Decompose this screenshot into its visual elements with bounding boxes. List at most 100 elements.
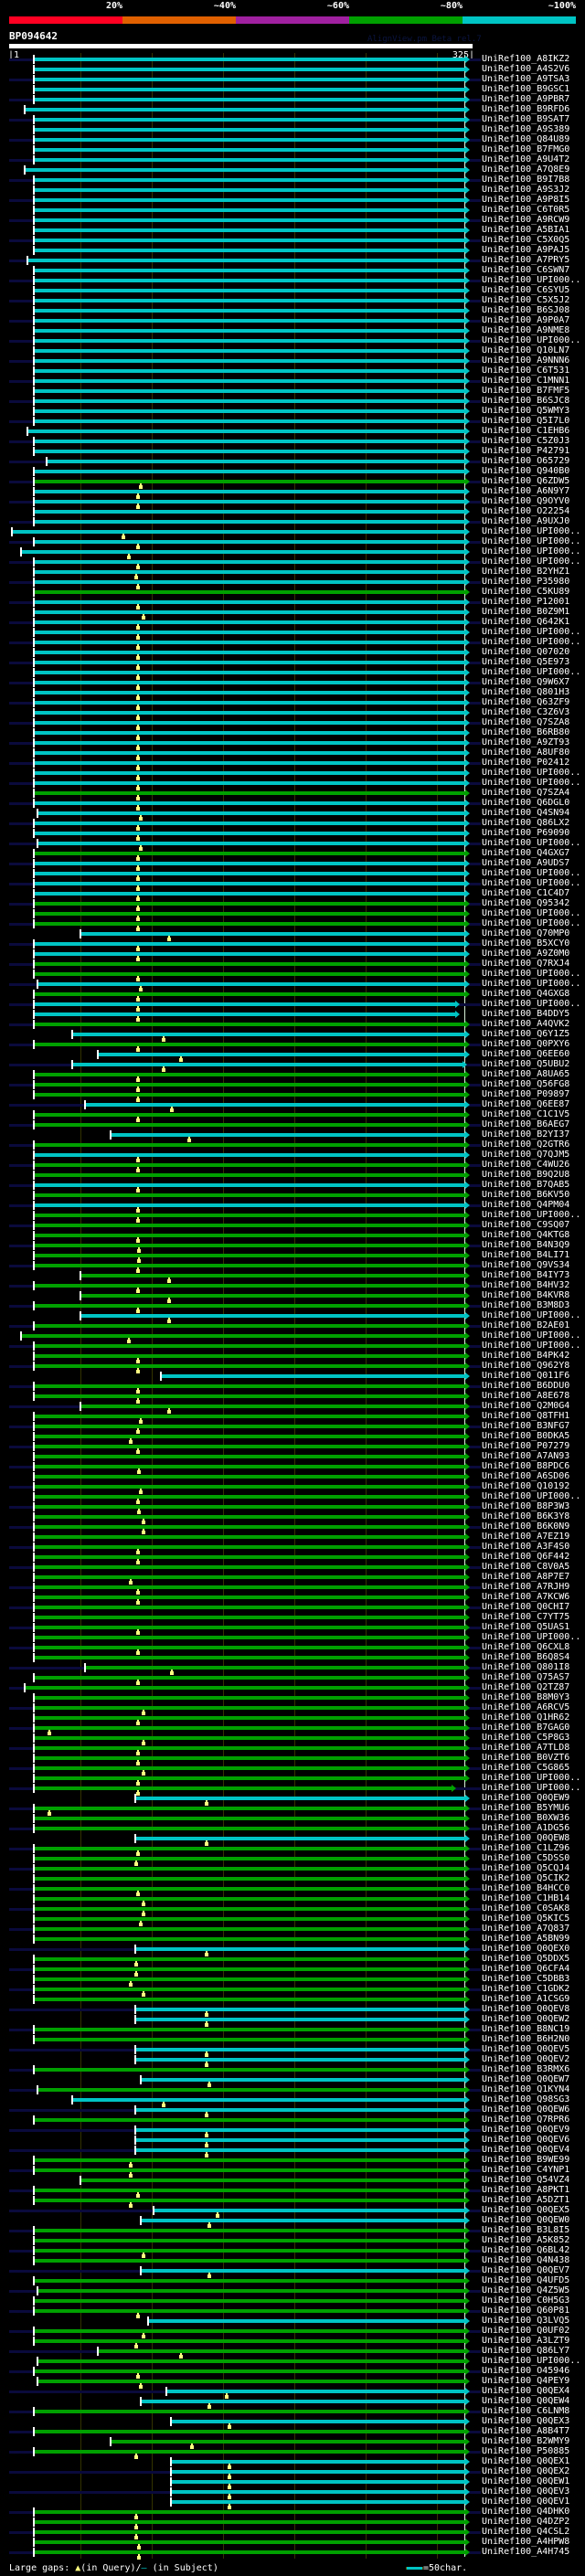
subject-link[interactable]: UniRef100_UPI000.. xyxy=(482,1341,580,1351)
subject-link[interactable]: UniRef100_B9RFD6 xyxy=(482,104,569,114)
subject-link[interactable]: UniRef100_B0XW36 xyxy=(482,1813,569,1823)
subject-link[interactable]: UniRef100_P07279 xyxy=(482,1441,569,1451)
subject-link[interactable]: UniRef100_A7PRY5 xyxy=(482,255,569,265)
subject-link[interactable]: UniRef100_B4DDY5 xyxy=(482,1009,569,1019)
subject-link[interactable]: UniRef100_Q10LN7 xyxy=(482,345,569,355)
subject-link[interactable]: UniRef100_Q6CFA4 xyxy=(482,1964,569,1974)
subject-link[interactable]: UniRef100_C7YT75 xyxy=(482,1612,569,1622)
subject-link[interactable]: UniRef100_UPI000.. xyxy=(482,1210,580,1220)
subject-link[interactable]: UniRef100_Q0QEW1 xyxy=(482,2476,569,2486)
subject-link[interactable]: UniRef100_C1LZ96 xyxy=(482,1843,569,1853)
subject-link[interactable]: UniRef100_B6K0N9 xyxy=(482,1521,569,1532)
subject-link[interactable]: UniRef100_Q0QEV6 xyxy=(482,2135,569,2145)
subject-link[interactable]: UniRef100_UPI000.. xyxy=(482,2356,580,2366)
subject-link[interactable]: UniRef100_UPI000.. xyxy=(482,546,580,557)
subject-link[interactable]: UniRef100_UPI000.. xyxy=(482,275,580,285)
subject-link[interactable]: UniRef100_Q0QEV1 xyxy=(482,2496,569,2507)
subject-link[interactable]: UniRef100_A8E678 xyxy=(482,1391,569,1401)
subject-link[interactable]: UniRef100_A8B4T7 xyxy=(482,2426,569,2436)
subject-link[interactable]: UniRef100_B9I7B8 xyxy=(482,175,569,185)
subject-link[interactable]: UniRef100_Q0QEV5 xyxy=(482,2044,569,2054)
subject-link[interactable]: UniRef100_Q0CHI7 xyxy=(482,1602,569,1612)
subject-link[interactable]: UniRef100_Q7QJM5 xyxy=(482,1150,569,1160)
subject-link[interactable]: UniRef100_UPI000.. xyxy=(482,667,580,677)
subject-link[interactable]: UniRef100_Q4SN94 xyxy=(482,808,569,818)
subject-link[interactable]: UniRef100_B6Q8S4 xyxy=(482,1652,569,1662)
subject-link[interactable]: UniRef100_C5DSS0 xyxy=(482,1853,569,1863)
subject-link[interactable]: UniRef100_C0H5G3 xyxy=(482,2295,569,2306)
subject-link[interactable]: UniRef100_UPI000.. xyxy=(482,918,580,928)
subject-link[interactable]: UniRef100_Q98SG3 xyxy=(482,2094,569,2104)
subject-link[interactable]: UniRef100_Q70MP0 xyxy=(482,928,569,938)
subject-link[interactable]: UniRef100_Q0QEV8 xyxy=(482,2004,569,2014)
subject-link[interactable]: UniRef100_Q4PM04 xyxy=(482,1200,569,1210)
subject-link[interactable]: UniRef100_Q4N438 xyxy=(482,2255,569,2265)
subject-link[interactable]: UniRef100_O65729 xyxy=(482,456,569,466)
subject-link[interactable]: UniRef100_B0VZT6 xyxy=(482,1753,569,1763)
subject-link[interactable]: UniRef100_Q0UF02 xyxy=(482,2326,569,2336)
subject-link[interactable]: UniRef100_A9TSA3 xyxy=(482,74,569,84)
subject-link[interactable]: UniRef100_A6SD06 xyxy=(482,1471,569,1481)
subject-link[interactable]: UniRef100_A9S389 xyxy=(482,124,569,134)
subject-link[interactable]: UniRef100_C0SAK8 xyxy=(482,1903,569,1913)
subject-link[interactable]: UniRef100_UPI000.. xyxy=(482,999,580,1009)
subject-link[interactable]: UniRef100_C6T0R5 xyxy=(482,205,569,215)
subject-link[interactable]: UniRef100_A8IKZ2 xyxy=(482,54,569,64)
subject-link[interactable]: UniRef100_Q4DHK0 xyxy=(482,2507,569,2517)
subject-link[interactable]: UniRef100_Q0QEW6 xyxy=(482,2104,569,2115)
subject-link[interactable]: UniRef100_Q0QEV9 xyxy=(482,2125,569,2135)
subject-link[interactable]: UniRef100_Q0QEX2 xyxy=(482,2466,569,2476)
subject-link[interactable]: UniRef100_C6SYU5 xyxy=(482,285,569,295)
subject-link[interactable]: UniRef100_Q6EE87 xyxy=(482,1099,569,1109)
subject-link[interactable]: UniRef100_Q4Z5W5 xyxy=(482,2285,569,2295)
subject-link[interactable]: UniRef100_C1EHB6 xyxy=(482,426,569,436)
subject-link[interactable]: UniRef100_Q0QEX4 xyxy=(482,2386,569,2396)
subject-link[interactable]: UniRef100_B9GSC1 xyxy=(482,84,569,94)
subject-link[interactable]: UniRef100_A3LZT9 xyxy=(482,2336,569,2346)
subject-link[interactable]: UniRef100_A9NME8 xyxy=(482,325,569,335)
subject-link[interactable]: UniRef100_Q940B0 xyxy=(482,466,569,476)
subject-link[interactable]: UniRef100_UPI000.. xyxy=(482,536,580,546)
subject-link[interactable]: UniRef100_Q54VZ4 xyxy=(482,2175,569,2185)
subject-link[interactable]: UniRef100_B8M0Y3 xyxy=(482,1692,569,1702)
subject-link[interactable]: UniRef100_B5XCY0 xyxy=(482,938,569,949)
subject-link[interactable]: UniRef100_B4PK42 xyxy=(482,1351,569,1361)
subject-link[interactable]: UniRef100_Q9VS34 xyxy=(482,1260,569,1270)
subject-link[interactable]: UniRef100_A1DG56 xyxy=(482,1823,569,1833)
subject-link[interactable]: UniRef100_B9WE99 xyxy=(482,2155,569,2165)
subject-link[interactable]: UniRef100_C5X5J2 xyxy=(482,295,569,305)
subject-link[interactable]: UniRef100_Q5KIC5 xyxy=(482,1913,569,1924)
subject-link[interactable]: UniRef100_A9NNN6 xyxy=(482,355,569,366)
subject-link[interactable]: UniRef100_A7Q8E9 xyxy=(482,164,569,175)
subject-link[interactable]: UniRef100_Q3LVQ5 xyxy=(482,2316,569,2326)
subject-link[interactable]: UniRef100_A9UXJ0 xyxy=(482,516,569,526)
subject-link[interactable]: UniRef100_Q0QEV4 xyxy=(482,2145,569,2155)
subject-link[interactable]: UniRef100_UPI000.. xyxy=(482,1310,580,1320)
subject-link[interactable]: UniRef100_Q9OYV0 xyxy=(482,496,569,506)
subject-link[interactable]: UniRef100_Q4GXG8 xyxy=(482,989,569,999)
subject-link[interactable]: UniRef100_Q0QEW8 xyxy=(482,1833,569,1843)
subject-link[interactable]: UniRef100_Q642K1 xyxy=(482,617,569,627)
subject-link[interactable]: UniRef100_A5K852 xyxy=(482,2235,569,2245)
subject-link[interactable]: UniRef100_UPI000.. xyxy=(482,878,580,888)
subject-link[interactable]: UniRef100_Q5DDX5 xyxy=(482,1954,569,1964)
subject-link[interactable]: UniRef100_P02412 xyxy=(482,758,569,768)
subject-link[interactable]: UniRef100_UPI000.. xyxy=(482,627,580,637)
subject-link[interactable]: UniRef100_Q0QEV3 xyxy=(482,2486,569,2496)
subject-link[interactable]: UniRef100_B7GAG0 xyxy=(482,1723,569,1733)
subject-link[interactable]: UniRef100_B9Q2U8 xyxy=(482,1170,569,1180)
subject-link[interactable]: UniRef100_B6SJ08 xyxy=(482,305,569,315)
subject-link[interactable]: UniRef100_B3L8I5 xyxy=(482,2225,569,2235)
subject-link[interactable]: UniRef100_B6H2N0 xyxy=(482,2034,569,2044)
subject-link[interactable]: UniRef100_A8UA65 xyxy=(482,1069,569,1079)
subject-link[interactable]: UniRef100_B4HV32 xyxy=(482,1280,569,1290)
subject-link[interactable]: UniRef100_A5DZT1 xyxy=(482,2195,569,2205)
subject-link[interactable]: UniRef100_UPI000.. xyxy=(482,1632,580,1642)
subject-link[interactable]: UniRef100_B8NC19 xyxy=(482,2024,569,2034)
subject-link[interactable]: UniRef100_UPI000.. xyxy=(482,637,580,647)
subject-link[interactable]: UniRef100_B8P3W3 xyxy=(482,1501,569,1511)
subject-link[interactable]: UniRef100_C5KU89 xyxy=(482,587,569,597)
subject-link[interactable]: UniRef100_Q84U89 xyxy=(482,134,569,144)
subject-link[interactable]: UniRef100_A7EZ19 xyxy=(482,1532,569,1542)
subject-link[interactable]: UniRef100_C5P8G3 xyxy=(482,1733,569,1743)
